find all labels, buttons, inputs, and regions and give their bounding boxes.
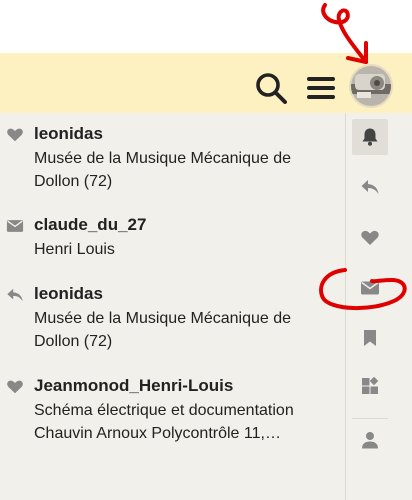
- notification-title-line: Dollon (72): [34, 333, 113, 350]
- notification-username: Jeanmonod_Henri-Louis: [34, 376, 234, 395]
- notification-title-line: Chauvin Arnoux Polycontrôle 11,…: [34, 425, 281, 442]
- notification-title: Musée de la Musique Mécanique de Dollon …: [34, 307, 334, 353]
- notification-item[interactable]: leonidas Musée de la Musique Mécanique d…: [0, 283, 345, 353]
- user-icon: [362, 432, 378, 449]
- notification-title: Henri Louis: [34, 238, 334, 261]
- tab-messages[interactable]: [352, 270, 388, 306]
- tab-profile[interactable]: [352, 422, 388, 458]
- notification-title-line: Schéma électrique et documentation: [34, 402, 294, 419]
- notification-title-line: Musée de la Musique Mécanique de: [34, 310, 292, 327]
- search-icon[interactable]: [253, 70, 289, 106]
- notification-item[interactable]: Jeanmonod_Henri-Louis Schéma électrique …: [0, 375, 345, 445]
- reply-icon: [7, 288, 23, 302]
- tab-notifications[interactable]: [352, 119, 388, 155]
- heart-icon: [361, 230, 379, 245]
- notification-title-line: Henri Louis: [34, 241, 115, 258]
- reply-icon: [361, 180, 379, 194]
- tab-bookmarks[interactable]: [352, 320, 388, 356]
- tab-likes[interactable]: [352, 220, 388, 256]
- notification-title-line: Dollon (72): [34, 173, 113, 190]
- tab-other[interactable]: [352, 368, 388, 404]
- rail-divider: [352, 418, 388, 419]
- notification-title: Musée de la Musique Mécanique de Dollon …: [34, 147, 334, 193]
- notification-username: leonidas: [34, 284, 103, 303]
- notification-username: claude_du_27: [34, 215, 147, 234]
- bell-icon: [362, 128, 378, 146]
- widgets-icon: [362, 377, 379, 394]
- notification-item[interactable]: claude_du_27 Henri Louis: [0, 214, 345, 262]
- notification-username: leonidas: [34, 124, 103, 143]
- envelope-icon: [361, 281, 379, 295]
- bookmark-icon: [364, 330, 376, 346]
- envelope-icon: [6, 220, 24, 232]
- notification-title-line: Musée de la Musique Mécanique de: [34, 150, 292, 167]
- user-avatar[interactable]: [349, 64, 393, 108]
- heart-icon: [7, 380, 23, 394]
- heart-icon: [7, 128, 23, 142]
- user-menu-tabs: [345, 113, 412, 500]
- notification-item[interactable]: leonidas Musée de la Musique Mécanique d…: [0, 123, 345, 193]
- avatar-image: [351, 66, 391, 106]
- tab-replies[interactable]: [352, 169, 388, 205]
- notification-title: Schéma électrique et documentation Chauv…: [34, 399, 334, 445]
- hamburger-menu-icon[interactable]: [303, 70, 339, 106]
